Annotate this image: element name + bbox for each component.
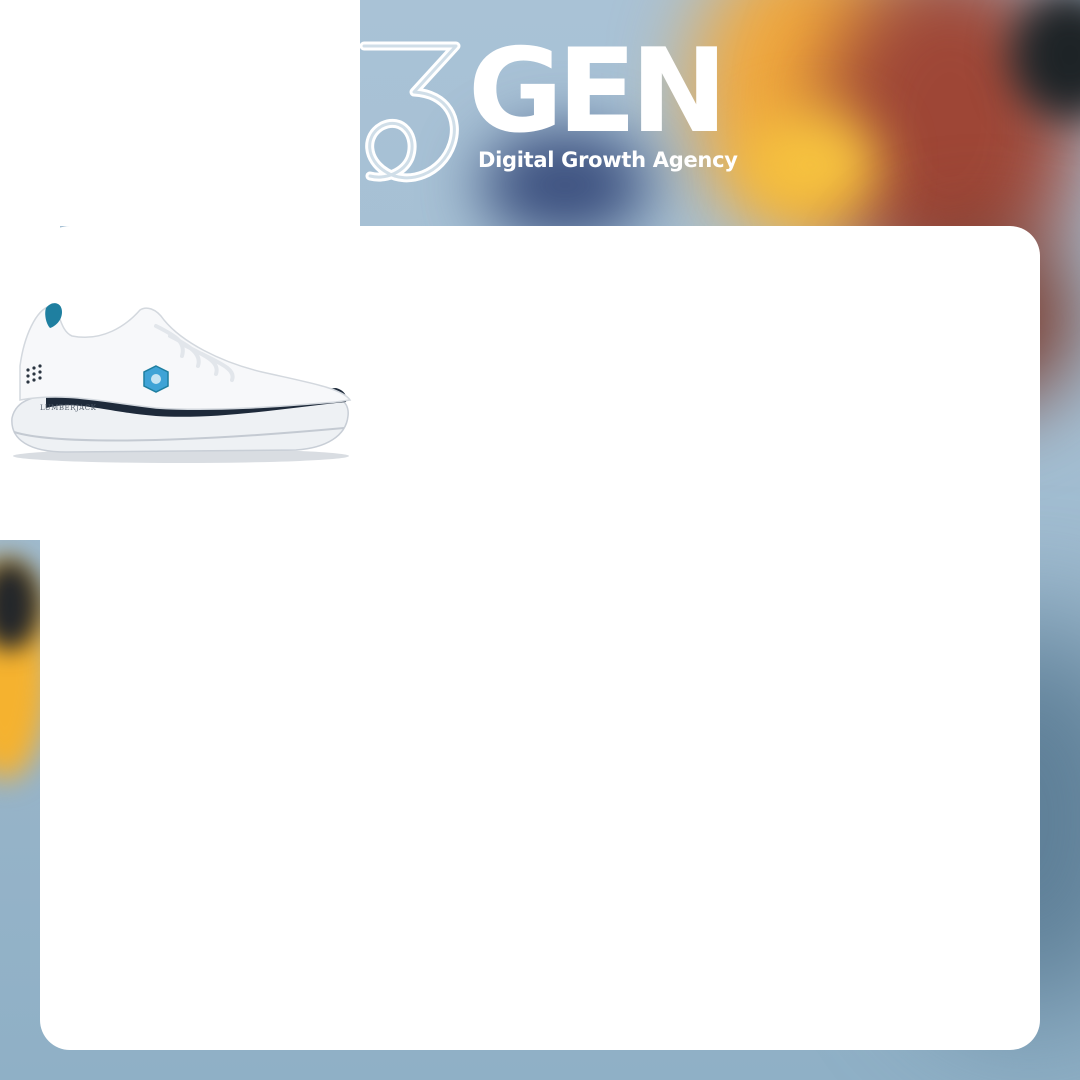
white-panel-top-left xyxy=(0,0,360,226)
sole-brand-label: LUMBERJACK xyxy=(40,404,97,412)
logo-wordmark: GEN xyxy=(468,24,728,159)
brand-logo: GEN Digital Growth Agency xyxy=(356,34,738,190)
logo-3-mark-icon xyxy=(359,41,461,183)
logo-tagline: Digital Growth Agency xyxy=(478,148,738,172)
background-blob xyxy=(740,110,880,220)
product-sneaker-image: LUMBERJACK xyxy=(11,303,352,463)
